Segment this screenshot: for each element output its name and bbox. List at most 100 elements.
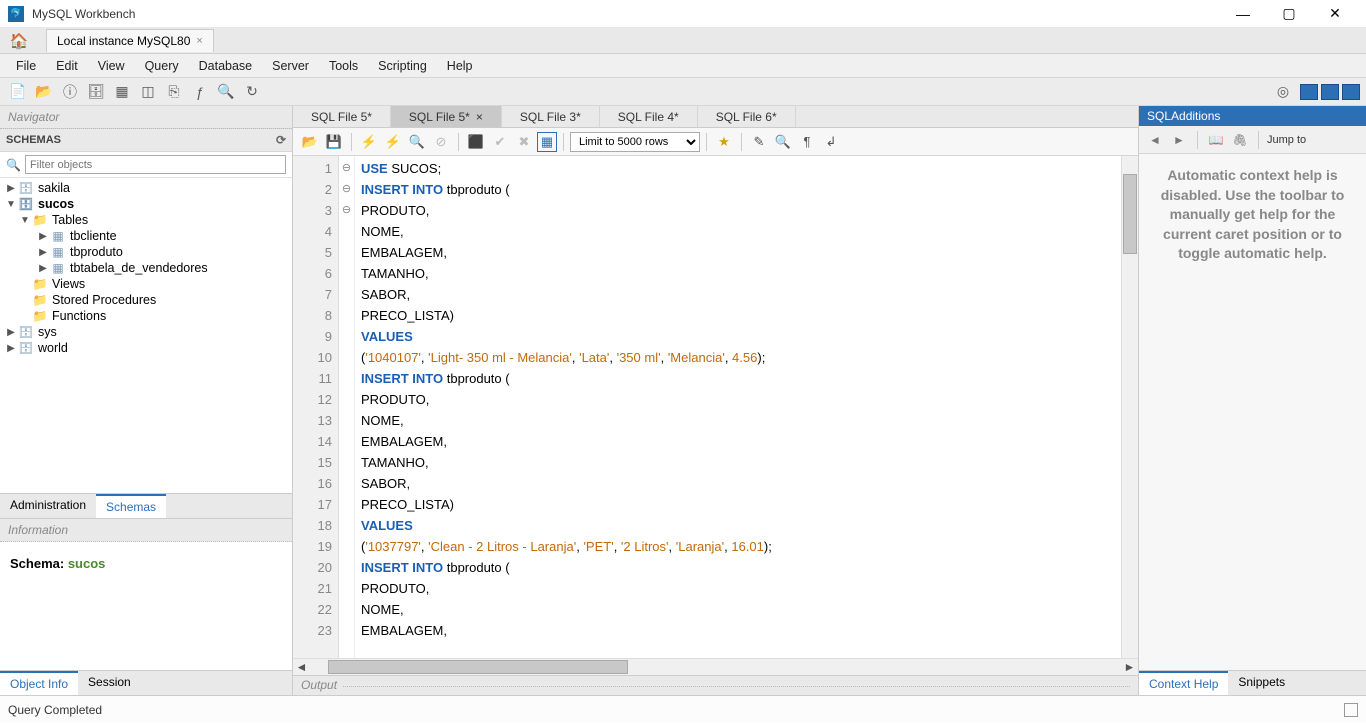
right-tabs: Context Help Snippets <box>1139 670 1366 695</box>
tree-item-functions[interactable]: 📁Functions <box>0 308 292 324</box>
explain-icon[interactable]: 🔍 <box>406 131 428 153</box>
tree-item-views[interactable]: 📁Views <box>0 276 292 292</box>
open-sql-icon[interactable]: 📂 <box>32 80 56 104</box>
menu-edit[interactable]: Edit <box>46 55 88 77</box>
close-button[interactable]: ✕ <box>1312 0 1358 28</box>
sql-tabs: SQL File 5*SQL File 5*×SQL File 3*SQL Fi… <box>293 106 1138 128</box>
editor-area[interactable]: 1234567891011121314151617181920212223 ⊖⊖… <box>293 156 1138 658</box>
fold-gutter[interactable]: ⊖⊖⊖ <box>339 156 355 658</box>
inspector-icon[interactable]: ⓘ <box>58 80 82 104</box>
open-file-icon[interactable]: 📂 <box>299 131 321 153</box>
layout-right-button[interactable] <box>1342 84 1360 100</box>
line-gutter: 1234567891011121314151617181920212223 <box>293 156 339 658</box>
horizontal-scrollbar[interactable]: ◄ ► <box>293 658 1138 675</box>
menu-view[interactable]: View <box>88 55 135 77</box>
maximize-button[interactable]: ▢ <box>1266 0 1312 28</box>
search-table-icon[interactable]: 🔍 <box>214 80 238 104</box>
search-icon: 🔍 <box>6 158 21 172</box>
tab-schemas[interactable]: Schemas <box>96 494 166 518</box>
connection-tab[interactable]: Local instance MySQL80 × <box>46 29 214 52</box>
close-icon[interactable]: × <box>476 110 483 124</box>
code-area[interactable]: USE SUCOS;INSERT INTO tbproduto (PRODUTO… <box>355 156 1138 658</box>
sql-tab-2[interactable]: SQL File 3* <box>502 106 600 127</box>
scroll-thumb[interactable] <box>328 660 628 674</box>
tab-administration[interactable]: Administration <box>0 494 96 518</box>
execute-icon[interactable]: ⚡ <box>358 131 380 153</box>
wrap-icon[interactable]: ↲ <box>820 131 842 153</box>
status-text: Query Completed <box>8 703 102 717</box>
new-table-icon[interactable]: ▦ <box>110 80 134 104</box>
sql-tab-0[interactable]: SQL File 5* <box>293 106 391 127</box>
nav-forward-icon[interactable]: ► <box>1169 133 1189 147</box>
menu-tools[interactable]: Tools <box>319 55 368 77</box>
tree-item-tables[interactable]: ▼📁Tables <box>0 212 292 228</box>
settings-icon[interactable]: ◎ <box>1271 80 1295 104</box>
menu-database[interactable]: Database <box>189 55 263 77</box>
sql-tab-4[interactable]: SQL File 6* <box>698 106 796 127</box>
sql-tab-1[interactable]: SQL File 5*× <box>391 106 502 127</box>
toggle-limit-icon[interactable]: ▦ <box>537 132 557 152</box>
layout-left-button[interactable] <box>1300 84 1318 100</box>
scroll-left-icon[interactable]: ◄ <box>293 660 310 674</box>
beautify-icon[interactable]: ✎ <box>748 131 770 153</box>
tree-item-sys[interactable]: ▶🗄sys <box>0 324 292 340</box>
new-function-icon[interactable]: ƒ <box>188 80 212 104</box>
execute-current-icon[interactable]: ⚡ <box>382 131 404 153</box>
layout-bottom-button[interactable] <box>1321 84 1339 100</box>
vertical-scrollbar[interactable] <box>1121 156 1138 658</box>
home-icon[interactable]: 🏠 <box>8 30 30 52</box>
sql-additions-panel: SQLAdditions ◄ ► 📖 🖇 Jump to Automatic c… <box>1138 106 1366 695</box>
app-icon: 🐬 <box>8 6 24 22</box>
new-sql-tab-icon[interactable]: 📄 <box>6 80 30 104</box>
limit-select[interactable]: Limit to 5000 rows <box>570 132 700 152</box>
reconnect-icon[interactable]: ↻ <box>240 80 264 104</box>
manual-help-icon[interactable]: 🖇 <box>1230 133 1250 147</box>
scroll-right-icon[interactable]: ► <box>1121 660 1138 674</box>
new-view-icon[interactable]: ◫ <box>136 80 160 104</box>
app-title: MySQL Workbench <box>32 7 135 21</box>
sql-tab-3[interactable]: SQL File 4* <box>600 106 698 127</box>
new-schema-icon[interactable]: 🗄 <box>84 80 108 104</box>
tree-item-sakila[interactable]: ▶🗄sakila <box>0 180 292 196</box>
tab-session[interactable]: Session <box>78 671 141 695</box>
auto-help-icon[interactable]: 📖 <box>1206 133 1226 147</box>
editor-panel: SQL File 5*SQL File 5*×SQL File 3*SQL Fi… <box>293 106 1138 695</box>
sql-additions-toolbar: ◄ ► 📖 🖇 Jump to <box>1139 126 1366 154</box>
connection-tab-label: Local instance MySQL80 <box>57 34 190 48</box>
new-procedure-icon[interactable]: ⎘ <box>162 80 186 104</box>
find-icon[interactable]: 🔍 <box>772 131 794 153</box>
tree-item-sucos[interactable]: ▼🗄sucos <box>0 196 292 212</box>
help-text: Automatic context help is disabled. Use … <box>1139 154 1366 670</box>
info-schema-label: Schema: <box>10 556 64 571</box>
commit-icon[interactable]: ✔ <box>489 131 511 153</box>
navigator-bottom-tabs: Object Info Session <box>0 670 292 695</box>
tree-item-world[interactable]: ▶🗄world <box>0 340 292 356</box>
close-icon[interactable]: × <box>196 35 202 47</box>
refresh-icon[interactable]: ⟳ <box>276 133 286 147</box>
menu-file[interactable]: File <box>6 55 46 77</box>
tab-snippets[interactable]: Snippets <box>1228 671 1295 695</box>
jump-to-label[interactable]: Jump to <box>1267 134 1306 146</box>
info-schema-value: sucos <box>68 556 106 571</box>
favorite-icon[interactable]: ★ <box>713 131 735 153</box>
tree-item-tbtabela_de_vendedores[interactable]: ▶▦tbtabela_de_vendedores <box>0 260 292 276</box>
filter-input[interactable] <box>25 155 286 174</box>
tab-context-help[interactable]: Context Help <box>1139 671 1228 695</box>
tree-item-tbcliente[interactable]: ▶▦tbcliente <box>0 228 292 244</box>
save-icon[interactable]: 💾 <box>323 131 345 153</box>
output-bar: Output <box>293 675 1138 695</box>
tab-object-info[interactable]: Object Info <box>0 671 78 695</box>
tree-item-tbproduto[interactable]: ▶▦tbproduto <box>0 244 292 260</box>
menu-scripting[interactable]: Scripting <box>368 55 437 77</box>
menu-help[interactable]: Help <box>437 55 483 77</box>
menu-query[interactable]: Query <box>135 55 189 77</box>
nav-back-icon[interactable]: ◄ <box>1145 133 1165 147</box>
rollback-icon[interactable]: ✖ <box>513 131 535 153</box>
toggle-autocommit-icon[interactable]: ⬛ <box>465 131 487 153</box>
tree-item-stored procedures[interactable]: 📁Stored Procedures <box>0 292 292 308</box>
minimize-button[interactable]: — <box>1220 0 1266 28</box>
menu-server[interactable]: Server <box>262 55 319 77</box>
schema-tree[interactable]: ▶🗄sakila▼🗄sucos▼📁Tables▶▦tbcliente▶▦tbpr… <box>0 178 292 493</box>
toggle-invisible-icon[interactable]: ¶ <box>796 131 818 153</box>
stop-icon[interactable]: ⊘ <box>430 131 452 153</box>
